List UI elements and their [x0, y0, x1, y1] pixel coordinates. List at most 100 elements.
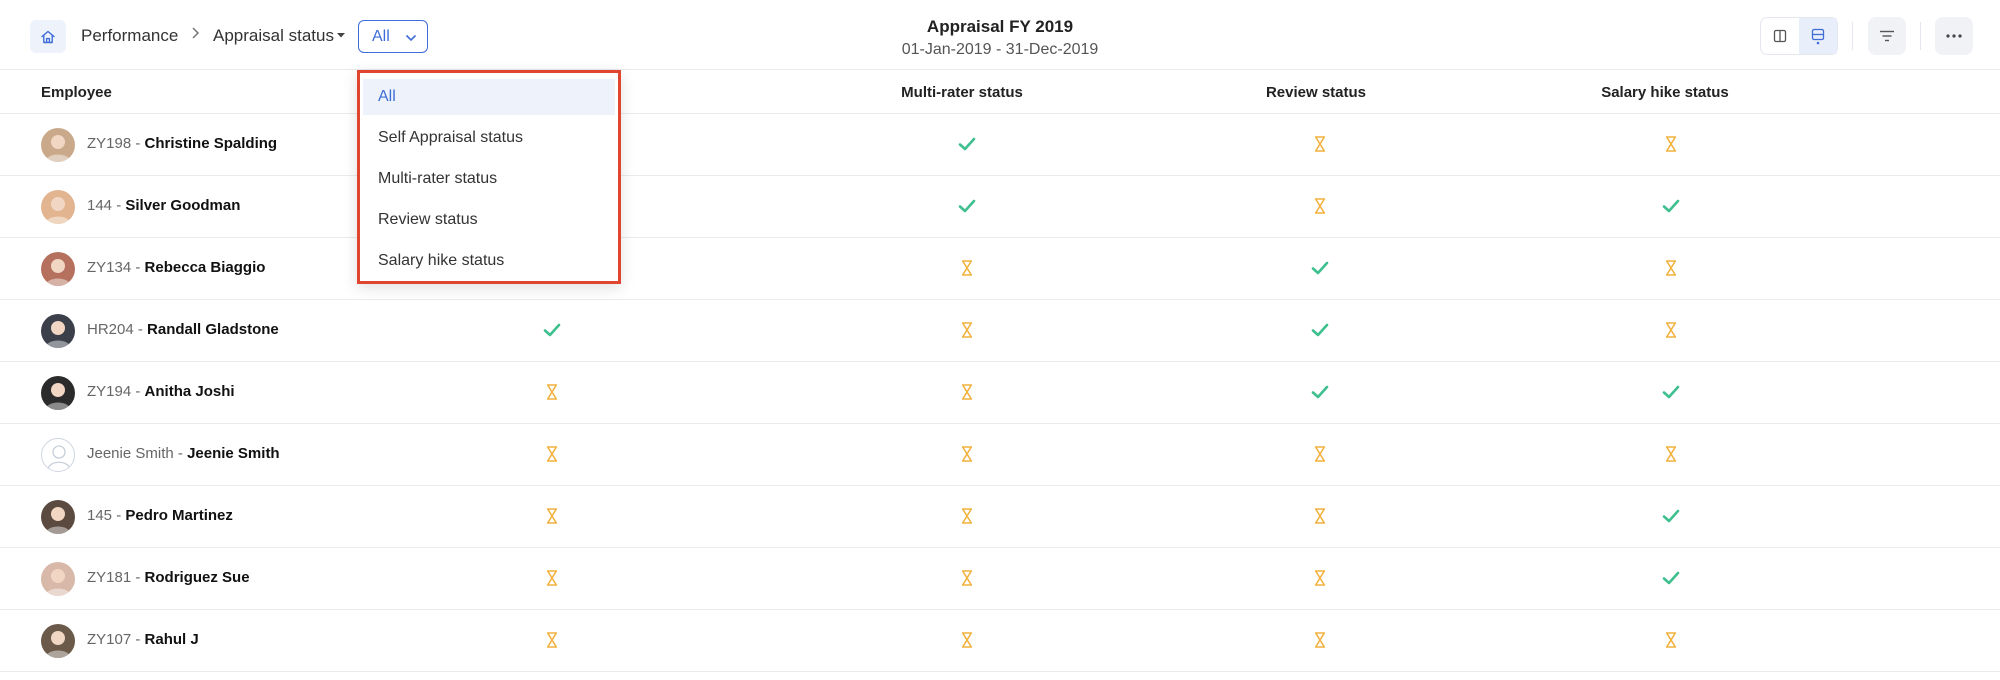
table-row[interactable]: HR204 - Randall Gladstone — [0, 299, 2000, 361]
home-button[interactable] — [30, 20, 66, 53]
employee-cell[interactable]: ZY134 - Rebecca Biaggio — [87, 259, 265, 276]
breadcrumb-separator-icon — [190, 26, 200, 45]
employee-code: HR204 — [87, 321, 134, 338]
hourglass-icon — [1310, 196, 1330, 216]
check-icon — [1661, 196, 1681, 216]
hourglass-icon — [542, 630, 562, 650]
toolbar-divider — [1852, 22, 1853, 50]
check-icon — [957, 196, 977, 216]
avatar — [41, 438, 75, 472]
check-icon — [1310, 258, 1330, 278]
hourglass-icon — [957, 630, 977, 650]
employee-cell[interactable]: ZY198 - Christine Spalding — [87, 135, 277, 152]
check-icon — [542, 320, 562, 340]
employee-code: ZY181 — [87, 569, 132, 586]
check-icon — [957, 134, 977, 154]
toolbar-divider — [1920, 22, 1921, 50]
table-bottom-border — [0, 671, 2000, 672]
employee-name: Jeenie Smith — [187, 445, 280, 462]
employee-name: Rahul J — [144, 631, 199, 648]
dropdown-option-salary-hike[interactable]: Salary hike status — [363, 243, 615, 279]
home-icon — [41, 30, 55, 43]
table-row[interactable]: ZY107 - Rahul J — [0, 609, 2000, 671]
page-header: Performance Appraisal status All Apprais… — [0, 0, 2000, 70]
avatar — [41, 624, 75, 658]
employee-code: 145 — [87, 507, 113, 524]
hourglass-icon — [542, 382, 562, 402]
column-view-icon — [1773, 29, 1787, 43]
employee-separator: - — [131, 569, 145, 586]
more-horizontal-icon — [1946, 34, 1962, 38]
employee-separator: - — [131, 383, 145, 400]
employee-separator: - — [112, 197, 126, 214]
employee-code: 144 — [87, 197, 113, 214]
employee-separator: - — [112, 507, 126, 524]
check-icon — [1310, 382, 1330, 402]
employee-name: Anitha Joshi — [144, 383, 235, 400]
employee-code: ZY107 — [87, 631, 132, 648]
employee-cell[interactable]: 145 - Pedro Martinez — [87, 507, 233, 524]
breadcrumb-appraisal-status[interactable]: Appraisal status — [213, 26, 334, 46]
dropdown-option-self-appraisal[interactable]: Self Appraisal status — [363, 120, 615, 156]
employee-cell[interactable]: ZY194 - Anitha Joshi — [87, 383, 235, 400]
hourglass-icon — [1310, 444, 1330, 464]
table-row[interactable]: ZY181 - Rodriguez Sue — [0, 547, 2000, 609]
employee-name: Christine Spalding — [144, 135, 278, 152]
employee-cell[interactable]: Jeenie Smith - Jeenie Smith — [87, 445, 280, 462]
table-row[interactable]: 145 - Pedro Martinez — [0, 485, 2000, 547]
employee-cell[interactable]: ZY181 - Rodriguez Sue — [87, 569, 250, 586]
filter-button[interactable] — [1868, 17, 1906, 55]
hourglass-icon — [957, 258, 977, 278]
employee-code: ZY134 — [87, 259, 132, 276]
avatar — [41, 314, 75, 348]
column-header-review[interactable]: Review status — [1196, 84, 1436, 101]
hourglass-icon — [957, 320, 977, 340]
employee-name: Rodriguez Sue — [144, 569, 250, 586]
employee-cell[interactable]: ZY107 - Rahul J — [87, 631, 199, 648]
table-row[interactable]: 144 - Silver Goodman — [0, 175, 2000, 237]
view-toggle-group — [1760, 17, 1838, 55]
hourglass-icon — [957, 444, 977, 464]
employee-cell[interactable]: 144 - Silver Goodman — [87, 197, 240, 214]
table-row[interactable]: ZY134 - Rebecca Biaggio — [0, 237, 2000, 299]
employee-code: Jeenie Smith — [87, 445, 174, 462]
employee-code: ZY194 — [87, 383, 132, 400]
column-view-button[interactable] — [1761, 18, 1799, 54]
hourglass-icon — [1310, 568, 1330, 588]
hourglass-icon — [1661, 444, 1681, 464]
hourglass-icon — [1661, 258, 1681, 278]
more-options-button[interactable] — [1935, 17, 1973, 55]
dropdown-option-review[interactable]: Review status — [363, 202, 615, 238]
column-header-multi-rater[interactable]: Multi-rater status — [842, 84, 1082, 101]
page-title-block: Appraisal FY 2019 01-Jan-2019 - 31-Dec-2… — [850, 17, 1150, 59]
hourglass-icon — [957, 506, 977, 526]
check-icon — [1661, 506, 1681, 526]
dropdown-option-all[interactable]: All — [363, 79, 615, 115]
table-row[interactable]: ZY198 - Christine Spalding — [0, 113, 2000, 175]
hourglass-icon — [542, 506, 562, 526]
employee-cell[interactable]: HR204 - Randall Gladstone — [87, 321, 279, 338]
status-filter-dropdown: All Self Appraisal status Multi-rater st… — [357, 70, 621, 284]
employee-name: Rebecca Biaggio — [144, 259, 266, 276]
hourglass-icon — [957, 382, 977, 402]
dropdown-option-multi-rater[interactable]: Multi-rater status — [363, 161, 615, 197]
employee-separator: - — [131, 631, 145, 648]
employee-name: Pedro Martinez — [125, 507, 233, 524]
avatar — [41, 190, 75, 224]
date-range: 01-Jan-2019 - 31-Dec-2019 — [901, 41, 1099, 58]
column-header-salary-hike[interactable]: Salary hike status — [1545, 84, 1785, 101]
table-row[interactable]: ZY194 - Anitha Joshi — [0, 361, 2000, 423]
caret-down-icon[interactable] — [336, 27, 346, 45]
row-view-button[interactable] — [1799, 18, 1837, 54]
filter-icon — [1880, 30, 1894, 42]
avatar — [41, 376, 75, 410]
table-row[interactable]: Jeenie Smith - Jeenie Smith — [0, 423, 2000, 485]
avatar — [41, 500, 75, 534]
column-header-employee[interactable]: Employee — [41, 84, 112, 101]
hourglass-icon — [1310, 506, 1330, 526]
breadcrumb-performance[interactable]: Performance — [81, 26, 178, 46]
check-icon — [1310, 320, 1330, 340]
status-filter-select[interactable]: All — [358, 20, 428, 53]
hourglass-icon — [1310, 134, 1330, 154]
hourglass-icon — [1310, 630, 1330, 650]
